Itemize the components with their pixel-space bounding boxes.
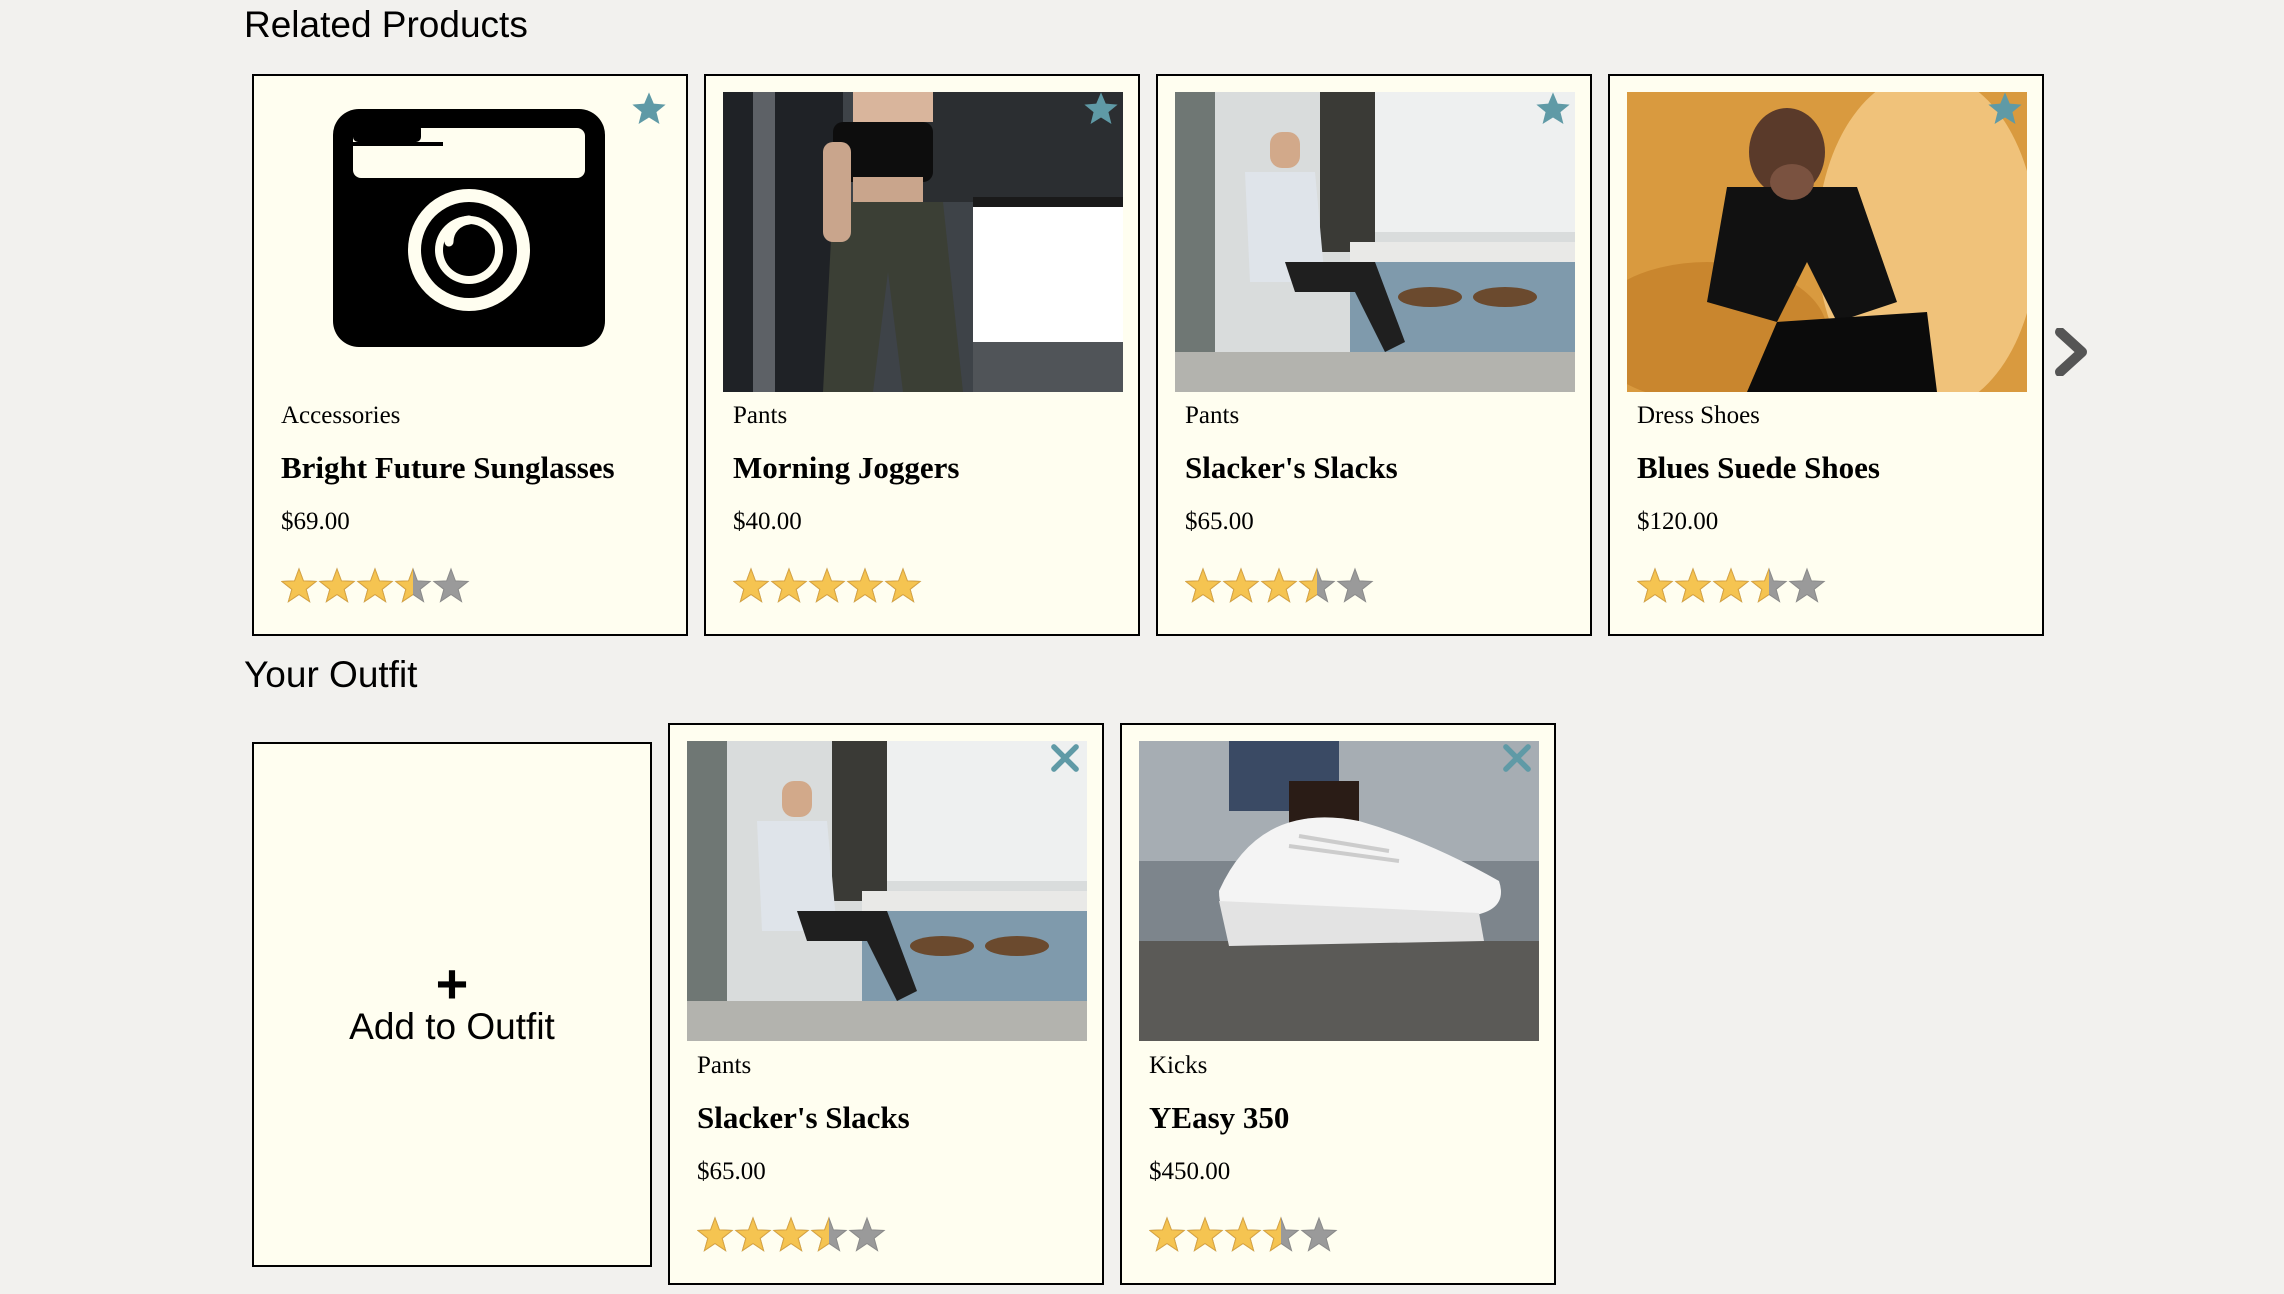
man-on-fur-chair-photo [1627,92,2027,392]
product-category: Pants [697,1052,752,1079]
product-name: YEasy 350 [1149,1100,1290,1135]
man-in-cafe-photo [687,741,1087,1041]
product-name: Morning Joggers [733,450,960,485]
outfit-product-card[interactable]: Kicks YEasy 350 $450.00 [1120,723,1556,1285]
product-category: Kicks [1149,1052,1208,1079]
related-product-card[interactable]: Dress Shoes Blues Suede Shoes $120.00 [1608,74,2044,636]
product-price: $69.00 [281,508,350,535]
star-filled-icon [809,567,845,603]
star-filled-icon [1185,567,1221,603]
star-filled-icon [771,567,807,603]
star-filled-icon [1149,1216,1185,1252]
product-price: $65.00 [1185,508,1254,535]
star-empty-icon [432,567,470,603]
star-filled-icon [319,567,355,603]
star-empty-icon [1300,1216,1338,1252]
related-product-card[interactable]: Pants Morning Joggers $40.00 [704,74,1140,636]
star-filled-icon [1223,567,1259,603]
related-product-card[interactable]: Pants Slacker's Slacks $65.00 [1156,74,1592,636]
star-icon[interactable] [1082,90,1120,128]
product-category: Accessories [281,402,401,429]
product-category: Pants [1185,402,1240,429]
star-icon[interactable] [1534,90,1572,128]
product-name: Bright Future Sunglasses [281,450,615,485]
star-rating [1149,1216,1338,1252]
star-empty-icon [1336,567,1374,603]
product-category: Dress Shoes [1637,402,1760,429]
star-rating [281,567,470,603]
star-rating [1185,567,1374,603]
star-filled-icon [1225,1216,1261,1252]
star-filled-icon [697,1216,733,1252]
outfit-product-card[interactable]: Pants Slacker's Slacks $65.00 [668,723,1104,1285]
product-price: $40.00 [733,508,802,535]
add-to-outfit-button[interactable]: + Add to Outfit [252,742,652,1267]
related-products-title: Related Products [244,4,528,45]
product-name: Blues Suede Shoes [1637,450,1880,485]
star-filled-icon [733,567,769,603]
star-rating [733,567,922,603]
star-icon[interactable] [1986,90,2024,128]
white-sneaker-photo [1139,741,1539,1041]
star-filled-icon [1713,567,1749,603]
product-name: Slacker's Slacks [1185,450,1398,485]
close-icon[interactable] [1498,739,1536,777]
product-category: Pants [733,402,788,429]
product-price: $120.00 [1637,508,1719,535]
star-rating [697,1216,886,1252]
star-icon[interactable] [630,90,668,128]
star-rating [1637,567,1826,603]
star-filled-icon [1675,567,1711,603]
star-filled-icon [1637,567,1673,603]
star-filled-icon [357,567,393,603]
star-filled-icon [773,1216,809,1252]
star-filled-icon [847,567,883,603]
star-filled-icon [1187,1216,1223,1252]
add-to-outfit-label: Add to Outfit [349,1006,555,1047]
product-name: Slacker's Slacks [697,1100,910,1135]
star-filled-icon [281,567,317,603]
product-price: $65.00 [697,1158,766,1185]
man-in-cafe-photo [1175,92,1575,392]
plus-icon: + [435,952,469,1015]
star-filled-icon [1261,567,1297,603]
camera-placeholder-icon [271,92,671,392]
model-in-joggers-photo [723,92,1123,392]
related-product-card[interactable]: Accessories Bright Future Sunglasses $69… [252,74,688,636]
your-outfit-title: Your Outfit [244,654,418,695]
star-filled-icon [735,1216,771,1252]
star-filled-icon [885,567,921,603]
close-icon[interactable] [1046,739,1084,777]
star-empty-icon [1788,567,1826,603]
star-empty-icon [848,1216,886,1252]
product-price: $450.00 [1149,1158,1231,1185]
chevron-right-icon[interactable] [2052,328,2092,376]
